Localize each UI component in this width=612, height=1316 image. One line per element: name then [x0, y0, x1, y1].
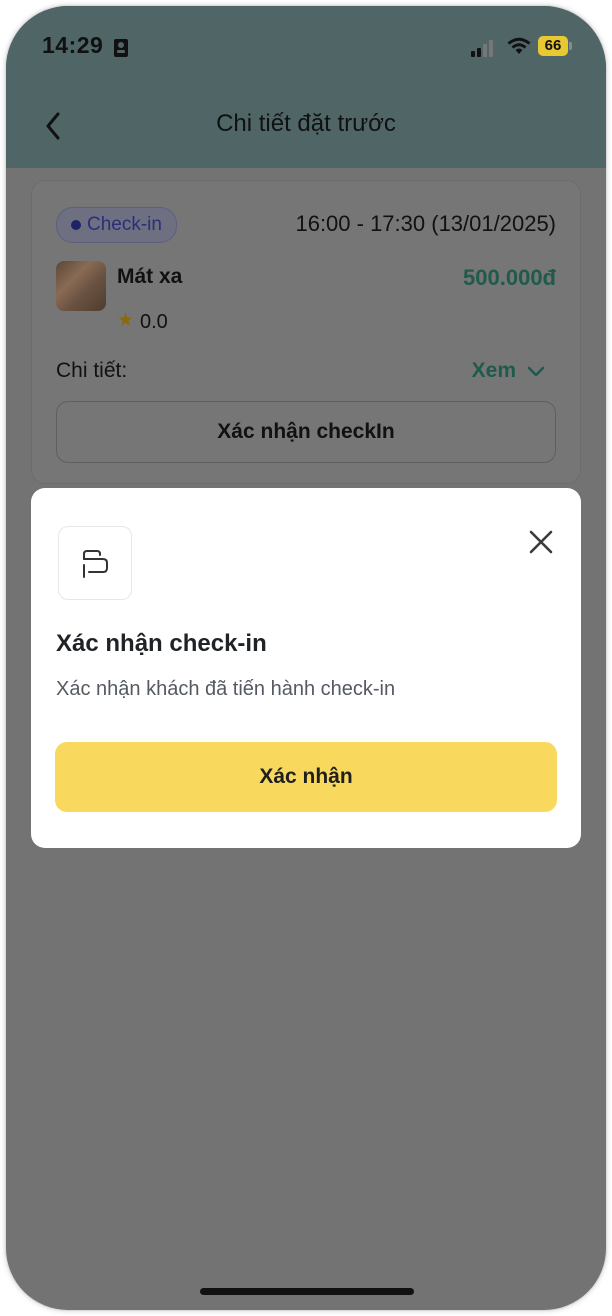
modal-icon-container: [58, 526, 132, 600]
battery-tip: [569, 42, 572, 50]
rating-value: 0.0: [140, 311, 168, 333]
service-price: 500.000đ: [463, 265, 556, 290]
modal-confirm-button[interactable]: Xác nhận: [55, 742, 557, 812]
contact-card-icon: [114, 39, 128, 57]
status-time: 14:29: [42, 32, 104, 58]
phone-screen: 14:29 66 Chi tiết đặt trước Check-in 16:…: [6, 6, 606, 1310]
wifi-icon: [507, 37, 531, 54]
chevron-down-icon[interactable]: [526, 365, 546, 379]
app-header: 14:29 66 Chi tiết đặt trước: [6, 6, 606, 168]
status-badge: Check-in: [56, 207, 177, 243]
service-thumbnail: [56, 261, 106, 311]
confirm-checkin-modal: Xác nhận check-in Xác nhận khách đã tiến…: [31, 488, 581, 848]
page-title: Chi tiết đặt trước: [216, 110, 396, 137]
home-indicator[interactable]: [200, 1288, 414, 1295]
confirm-checkin-button[interactable]: Xác nhận checkIn: [56, 401, 556, 463]
battery-icon: 66: [538, 36, 568, 56]
details-label: Chi tiết:: [56, 359, 128, 382]
view-details-link[interactable]: Xem: [472, 359, 516, 383]
booking-card: Check-in 16:00 - 17:30 (13/01/2025) Mát …: [31, 180, 581, 484]
modal-title: Xác nhận check-in: [56, 630, 267, 657]
checkin-door-icon: [83, 550, 108, 578]
cellular-signal-icon: [471, 39, 497, 57]
star-icon: ★: [117, 310, 135, 331]
modal-description: Xác nhận khách đã tiến hành check-in: [56, 678, 396, 700]
close-icon[interactable]: [527, 528, 555, 556]
service-name: Mát xa: [117, 265, 183, 288]
booking-time-range: 16:00 - 17:30 (13/01/2025): [295, 211, 556, 236]
